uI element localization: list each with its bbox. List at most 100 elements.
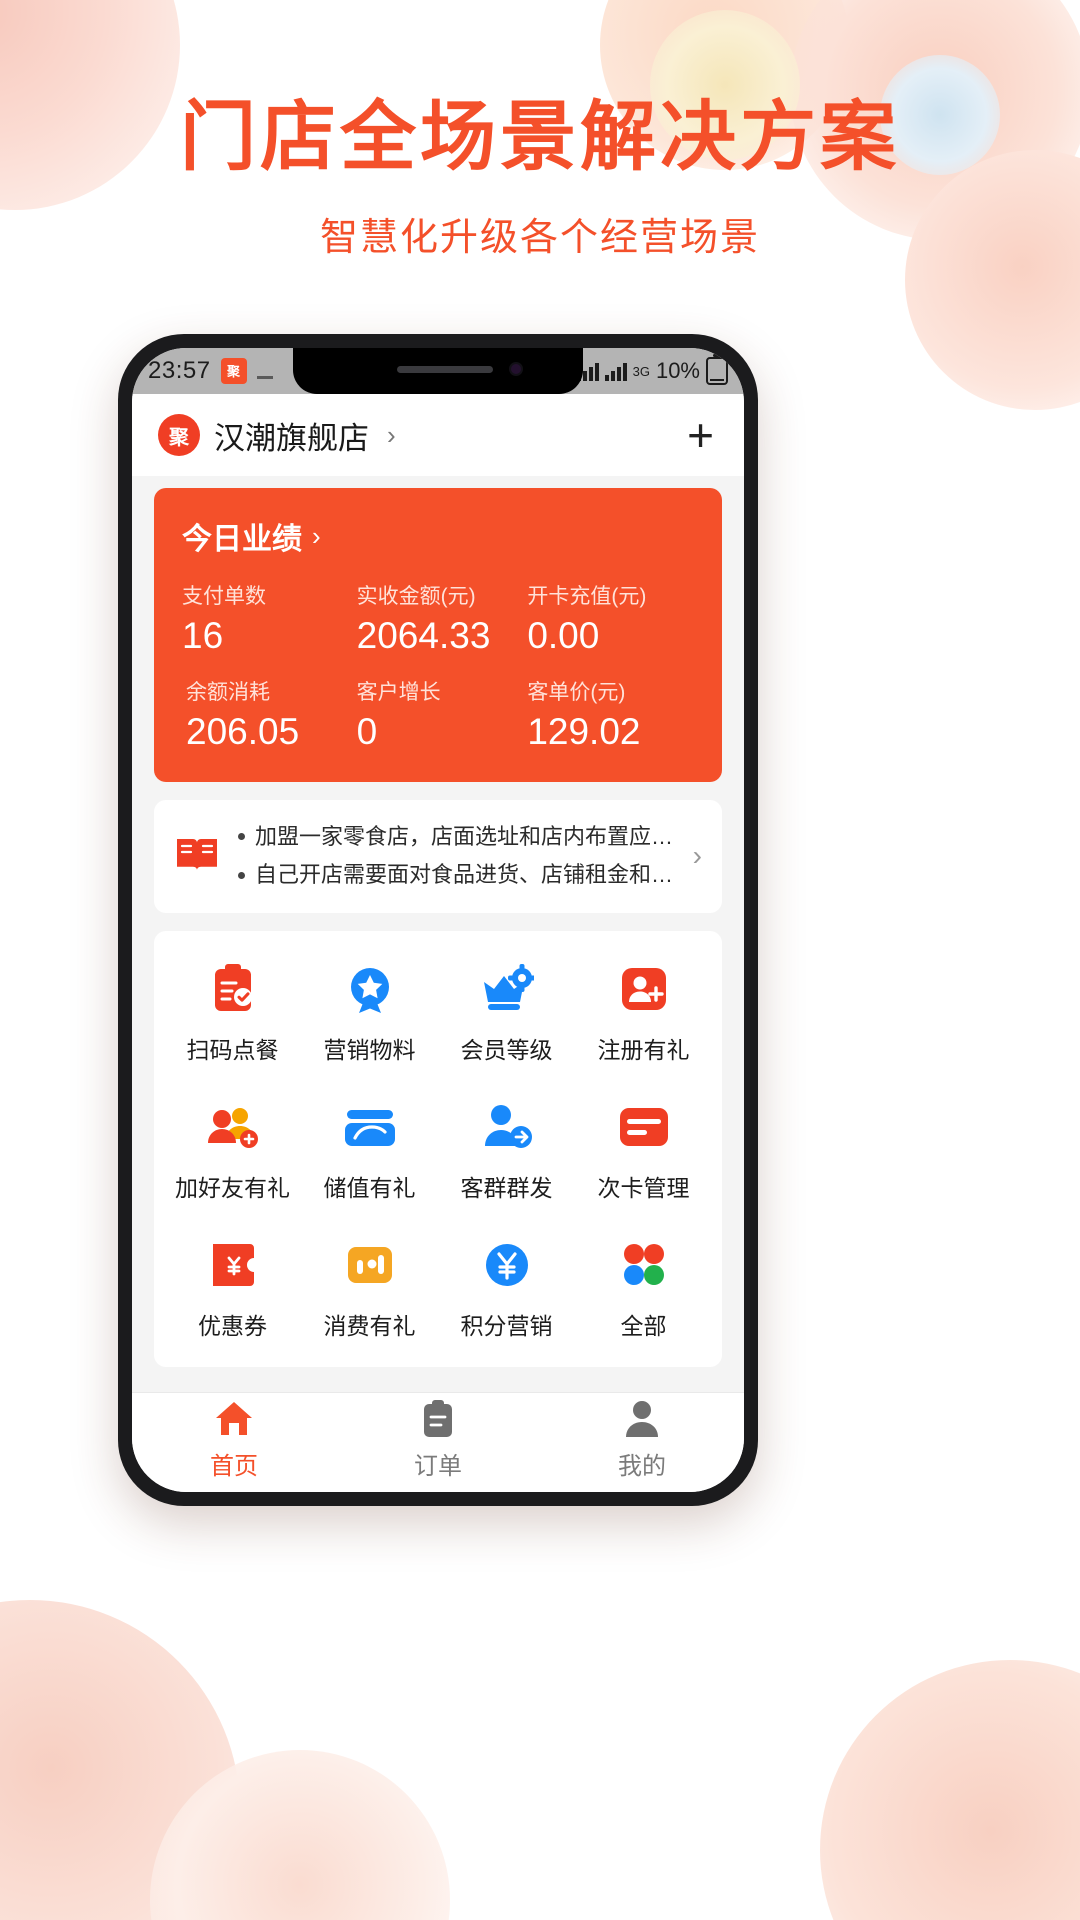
menu-item-group-message[interactable]: 客群群发 xyxy=(438,1099,575,1203)
list-item[interactable]: 自己开店需要面对食品进货、店铺租金和人工... xyxy=(238,856,675,895)
stat-label: 客户增长 xyxy=(356,680,441,704)
network-3g-label: 3G xyxy=(632,363,650,379)
menu-item-label: 注册有礼 xyxy=(597,1036,690,1063)
phone-notch xyxy=(293,348,583,394)
menu-item-label: 会员等级 xyxy=(460,1036,553,1063)
battery-percent-label: 10% xyxy=(655,358,700,383)
stat-value: 0.00 xyxy=(527,615,600,656)
grid-all-icon xyxy=(616,1237,672,1293)
store-name-label: 汉潮旗舰店 xyxy=(214,420,369,456)
menu-item-label: 营销物料 xyxy=(323,1036,416,1063)
menu-item-label: 加好友有礼 xyxy=(175,1174,290,1201)
home-icon xyxy=(214,1399,254,1439)
gift-chart-icon xyxy=(342,1237,398,1293)
app-header: 聚 汉潮旗舰店 › + xyxy=(132,394,744,476)
stat-cell: 开卡充值(元) 0.00 xyxy=(523,580,694,656)
front-camera-icon xyxy=(509,362,523,376)
news-list: 加盟一家零食店，店面选址和店内布置应该怎... 自己开店需要面对食品进货、店铺租… xyxy=(238,818,675,895)
notification-app-icon: 聚 xyxy=(220,358,247,384)
menu-item-member-level[interactable]: 会员等级 xyxy=(438,961,575,1065)
menu-item-label: 次卡管理 xyxy=(597,1174,690,1201)
crown-gear-icon xyxy=(479,961,535,1017)
tab-profile[interactable]: 我的 xyxy=(540,1399,744,1481)
yuan-circle-icon xyxy=(479,1237,535,1293)
menu-item-consume-gift[interactable]: 消费有礼 xyxy=(301,1237,438,1341)
stat-label: 余额消耗 xyxy=(186,680,270,704)
chevron-right-icon[interactable]: › xyxy=(693,840,702,872)
store-logo-icon: 聚 xyxy=(158,414,200,456)
stat-label: 开卡充值(元) xyxy=(527,585,647,608)
chevron-right-icon: › xyxy=(312,520,321,551)
stat-cell: 客单价(元) 129.02 xyxy=(523,676,694,752)
signal-bars-2-icon xyxy=(604,361,627,381)
tab-home[interactable]: 首页 xyxy=(132,1399,336,1481)
menu-item-add-friend-gift[interactable]: 加好友有礼 xyxy=(164,1099,301,1203)
tab-label: 订单 xyxy=(414,1452,462,1480)
page-subtitle: 智慧化升级各个经营场景 xyxy=(319,217,760,259)
stat-label: 实收金额(元) xyxy=(356,585,476,608)
menu-item-scan-order[interactable]: 扫码点餐 xyxy=(164,961,301,1065)
news-item-text: 自己开店需要面对食品进货、店铺租金和人工... xyxy=(255,862,675,888)
bullet-dot-icon xyxy=(238,871,245,879)
earpiece-speaker xyxy=(397,366,493,373)
user-send-icon xyxy=(479,1099,535,1155)
clipboard-check-icon xyxy=(205,961,261,1017)
menu-item-register-gift[interactable]: 注册有礼 xyxy=(575,961,712,1065)
feature-grid: 扫码点餐 营销物料 会员等级 注册有礼 加好友有礼 储值有礼 客群群发 次卡管理… xyxy=(154,930,722,1367)
list-item[interactable]: 加盟一家零食店，店面选址和店内布置应该怎... xyxy=(238,818,675,857)
coupon-icon xyxy=(205,1237,261,1293)
menu-item-stored-value-gift[interactable]: 储值有礼 xyxy=(301,1099,438,1203)
user-add-card-icon xyxy=(616,961,672,1017)
news-item-text: 加盟一家零食店，店面选址和店内布置应该怎... xyxy=(255,823,675,849)
news-banner[interactable]: 加盟一家零食店，店面选址和店内布置应该怎... 自己开店需要面对食品进货、店铺租… xyxy=(154,799,722,913)
add-button[interactable]: + xyxy=(687,412,718,458)
wallet-cloud-icon xyxy=(342,1099,398,1155)
bg-blob-bottom-right xyxy=(820,1660,1080,1920)
menu-item-label: 扫码点餐 xyxy=(186,1036,279,1063)
book-icon xyxy=(174,834,220,879)
tab-label: 首页 xyxy=(210,1452,258,1480)
person-icon xyxy=(624,1399,660,1439)
menu-item-marketing-material[interactable]: 营销物料 xyxy=(301,961,438,1065)
tab-orders[interactable]: 订单 xyxy=(336,1399,540,1481)
status-bar-left: 23:57 聚 xyxy=(148,357,273,385)
phone-screen: 23:57 聚 5G ⇅ 3G 10% 聚 汉潮旗舰店 › xyxy=(132,348,744,1492)
stat-value: 16 xyxy=(182,615,224,656)
stat-value: 0 xyxy=(356,710,378,752)
tab-label: 我的 xyxy=(618,1452,666,1480)
battery-icon xyxy=(706,354,728,385)
bullet-dot-icon xyxy=(238,833,245,841)
order-clipboard-icon xyxy=(420,1399,456,1439)
screen-content: 今日业绩 › 支付单数 16 实收金额(元) 2064.33 开卡充值(元) 0… xyxy=(132,476,744,1392)
badge-star-icon xyxy=(342,961,398,1017)
stat-cell: 实收金额(元) 2064.33 xyxy=(353,580,524,656)
performance-card-header[interactable]: 今日业绩 › xyxy=(182,514,694,558)
menu-item-label: 全部 xyxy=(620,1312,667,1339)
menu-item-label: 客群群发 xyxy=(460,1174,553,1201)
menu-item-all[interactable]: 全部 xyxy=(575,1237,712,1341)
performance-title: 今日业绩 xyxy=(182,523,302,556)
hero-section: 门店全场景解决方案 智慧化升级各个经营场景 xyxy=(0,100,1080,261)
stat-value: 2064.33 xyxy=(356,615,491,656)
stat-label: 支付单数 xyxy=(182,585,266,608)
menu-item-coupon[interactable]: 优惠券 xyxy=(164,1237,301,1341)
menu-item-card-management[interactable]: 次卡管理 xyxy=(575,1099,712,1203)
phone-mockup: 23:57 聚 5G ⇅ 3G 10% 聚 汉潮旗舰店 › xyxy=(118,334,758,1506)
status-time: 23:57 xyxy=(148,357,211,384)
chevron-right-icon: › xyxy=(387,419,396,450)
notification-dash-icon xyxy=(256,376,273,379)
menu-item-label: 积分营销 xyxy=(460,1312,553,1339)
friends-icon xyxy=(205,1099,261,1155)
performance-stats-grid: 支付单数 16 实收金额(元) 2064.33 开卡充值(元) 0.00 余额消… xyxy=(182,580,694,752)
menu-item-points-marketing[interactable]: 积分营销 xyxy=(438,1237,575,1341)
stat-cell: 余额消耗 206.05 xyxy=(182,676,353,752)
menu-item-label: 消费有礼 xyxy=(323,1312,416,1339)
stat-cell: 支付单数 16 xyxy=(182,580,353,656)
page-title: 门店全场景解决方案 xyxy=(180,95,900,180)
menu-item-label: 储值有礼 xyxy=(323,1174,416,1201)
stat-value: 206.05 xyxy=(186,710,300,752)
store-selector[interactable]: 聚 汉潮旗舰店 › xyxy=(158,413,396,458)
menu-item-label: 优惠券 xyxy=(198,1312,267,1339)
card-icon xyxy=(616,1099,672,1155)
performance-card[interactable]: 今日业绩 › 支付单数 16 实收金额(元) 2064.33 开卡充值(元) 0… xyxy=(154,488,722,782)
